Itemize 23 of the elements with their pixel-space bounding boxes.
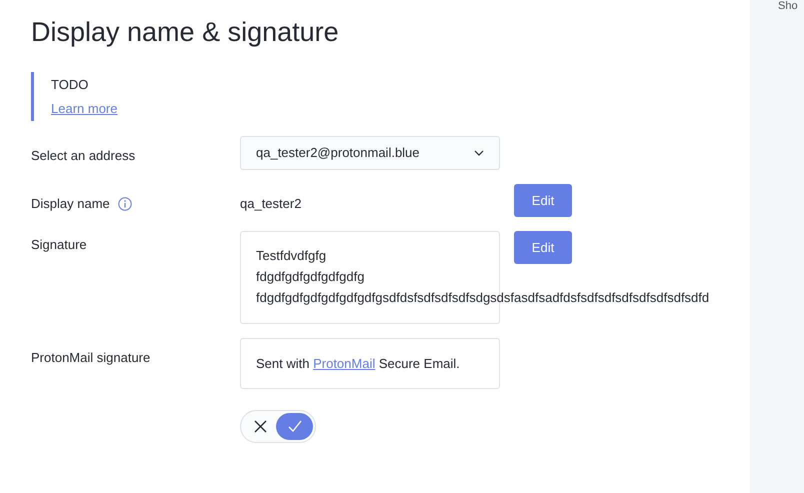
display-name-value: qa_tester2: [240, 195, 302, 213]
info-icon[interactable]: [118, 196, 132, 211]
signature-line: Testfdvdfgfg: [256, 247, 326, 265]
field-label: ProtonMail signature: [31, 349, 150, 367]
protonmail-link[interactable]: ProtonMail: [313, 356, 376, 371]
proton-signature-text: Sent with ProtonMail Secure Email.: [256, 354, 460, 373]
learn-more-link[interactable]: Learn more: [51, 98, 118, 118]
cross-icon: [254, 420, 267, 433]
edit-button[interactable]: Edit: [514, 184, 572, 217]
toggle-knob: [276, 413, 313, 440]
signature-line: fdgdfgdfgdfgdfgdfg: [256, 268, 364, 286]
field-label: Signature: [31, 236, 87, 254]
page-title: Display name & signature: [31, 16, 340, 49]
signature-line: fdgdfgdfgdfgdfgdfgdfgsdfdsfsdfsdfsdfsdgsdsfasdfsadfdsfsdfsdfsdfsdfsdfsdfsdfd: [256, 289, 710, 307]
address-select[interactable]: qa_tester2@protonmail.blue: [240, 136, 500, 170]
chevron-down-icon: [474, 150, 484, 156]
check-icon: [288, 420, 302, 433]
field-label: Select an address: [31, 147, 136, 165]
toggle-switch[interactable]: [240, 410, 316, 443]
notice-text: TODO: [51, 76, 88, 94]
side-panel-text: Sho: [778, 0, 799, 12]
edit-button[interactable]: Edit: [514, 231, 572, 264]
field-label: Display name: [31, 195, 110, 213]
